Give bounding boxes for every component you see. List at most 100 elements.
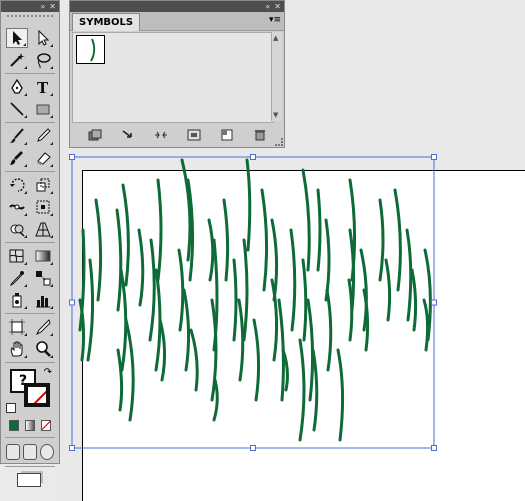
strand-symbol-instance[interactable]	[347, 278, 354, 342]
shape-builder-tool-icon[interactable]	[6, 219, 28, 239]
symbol-sprayer-tool-icon[interactable]	[6, 290, 28, 310]
magic-wand-tool-icon[interactable]	[6, 50, 28, 70]
strand-symbol-instance[interactable]	[384, 258, 392, 322]
tab-symbols[interactable]: SYMBOLS	[72, 13, 141, 31]
strand-symbol-instance[interactable]	[158, 318, 167, 382]
pencil-tool-icon[interactable]	[32, 126, 54, 146]
line-segment-tool-icon[interactable]	[6, 99, 28, 119]
gradient-icon[interactable]	[25, 419, 35, 431]
width-tool-icon[interactable]	[6, 197, 28, 217]
pen-tool-icon[interactable]	[6, 77, 28, 97]
strand-symbol-instance[interactable]	[378, 198, 385, 282]
perspective-grid-tool-icon[interactable]	[32, 219, 54, 239]
resize-grip[interactable]	[275, 138, 283, 146]
paintbrush-tool-icon[interactable]	[6, 126, 28, 146]
bbox-handle[interactable]	[250, 154, 256, 160]
strand-symbol-instance[interactable]	[301, 168, 311, 272]
strand-symbol-instance[interactable]	[298, 338, 306, 442]
default-colors-icon[interactable]	[6, 403, 16, 413]
panel-grip[interactable]	[7, 15, 53, 25]
strand-symbol-instance[interactable]	[116, 348, 124, 412]
column-graph-tool-icon[interactable]	[32, 290, 54, 310]
strand-symbol-instance[interactable]	[115, 208, 123, 312]
strand-symbol-instance[interactable]	[316, 188, 322, 272]
close-icon[interactable]: ✕	[49, 2, 56, 11]
strand-symbol-instance[interactable]	[182, 288, 191, 372]
eyedropper-tool-icon[interactable]	[6, 268, 28, 288]
break-link-icon[interactable]	[153, 128, 169, 142]
strand-symbol-instance[interactable]	[289, 228, 297, 332]
color-icon[interactable]	[9, 419, 19, 431]
strand-symbol-instance[interactable]	[148, 238, 156, 342]
symbols-list[interactable]	[72, 32, 274, 123]
symbol-options-icon[interactable]	[186, 128, 202, 142]
new-symbol-icon[interactable]	[219, 128, 235, 142]
type-tool-icon[interactable]: T	[32, 77, 54, 97]
strand-symbol-instance[interactable]	[177, 248, 185, 332]
strand-symbol-instance[interactable]	[124, 318, 135, 422]
symbol-libraries-menu-icon[interactable]	[87, 128, 103, 142]
mesh-tool-icon[interactable]	[6, 246, 28, 266]
strand-symbol-instance[interactable]	[324, 218, 331, 302]
strand-symbol-instance[interactable]	[237, 298, 245, 382]
stroke-swatch[interactable]	[24, 383, 50, 407]
draw-behind-icon[interactable]	[23, 444, 37, 460]
swap-fill-stroke-icon[interactable]: ↷	[44, 367, 52, 378]
strand-symbol-instance[interactable]	[336, 348, 345, 442]
scale-tool-icon[interactable]	[32, 175, 54, 195]
screen-mode-icon[interactable]	[17, 473, 41, 487]
zoom-tool-icon[interactable]	[32, 339, 54, 359]
bbox-handle[interactable]	[69, 154, 75, 160]
lasso-tool-icon[interactable]	[32, 50, 54, 70]
strand-symbol-instance[interactable]	[121, 183, 130, 287]
strand-symbol-instance[interactable]	[410, 268, 418, 332]
place-symbol-instance-icon[interactable]	[120, 128, 136, 142]
symbol-thumbnail[interactable]	[76, 35, 105, 64]
collapse-icon[interactable]: «	[265, 2, 270, 11]
eraser-tool-icon[interactable]	[32, 148, 54, 168]
strand-symbol-instance[interactable]	[301, 258, 308, 342]
rectangle-tool-icon[interactable]	[32, 99, 54, 119]
blob-brush-tool-icon[interactable]	[6, 148, 28, 168]
strand-symbol-instance[interactable]	[260, 188, 269, 292]
symbols-scrollbar[interactable]: ▲ ▼	[271, 32, 282, 121]
strand-symbol-instance[interactable]	[207, 218, 215, 282]
draw-inside-icon[interactable]	[40, 444, 54, 460]
bbox-handle[interactable]	[69, 299, 75, 306]
strand-symbol-instance[interactable]	[393, 188, 402, 292]
blend-tool-icon[interactable]	[32, 268, 54, 288]
delete-symbol-icon[interactable]	[252, 128, 268, 142]
bbox-handle[interactable]	[69, 445, 75, 451]
scroll-up-icon[interactable]: ▲	[273, 34, 278, 42]
symbols-titlebar[interactable]: « ✕	[70, 1, 284, 12]
panel-menu-icon[interactable]: ▾≡	[269, 15, 281, 25]
strand-symbol-instance[interactable]	[222, 198, 230, 282]
draw-normal-icon[interactable]	[6, 444, 20, 460]
slice-tool-icon[interactable]	[32, 317, 54, 337]
collapse-icon[interactable]: »	[40, 2, 45, 11]
scroll-down-icon[interactable]: ▼	[273, 111, 278, 119]
bbox-handle[interactable]	[250, 445, 256, 451]
strand-symbol-instance[interactable]	[325, 288, 333, 372]
strand-symbol-instance[interactable]	[137, 228, 145, 307]
strand-symbol-instance[interactable]	[232, 258, 238, 342]
bbox-handle[interactable]	[431, 445, 437, 451]
close-icon[interactable]: ✕	[274, 2, 281, 11]
free-transform-tool-icon[interactable]	[32, 197, 54, 217]
strand-symbol-instance[interactable]	[189, 328, 199, 392]
strand-symbol-instance[interactable]	[422, 298, 430, 352]
direct-selection-tool-icon[interactable]	[32, 28, 54, 48]
tools-titlebar[interactable]: » ✕	[1, 1, 59, 12]
hand-tool-icon[interactable]	[6, 339, 28, 359]
artboard-tool-icon[interactable]	[6, 317, 28, 337]
strand-symbol-instance[interactable]	[311, 348, 319, 432]
selection-tool-icon[interactable]	[6, 28, 28, 48]
rotate-tool-icon[interactable]	[6, 175, 28, 195]
strand-symbol-instance[interactable]	[94, 198, 103, 302]
strand-symbol-instance[interactable]	[156, 178, 163, 282]
strand-symbol-instance[interactable]	[180, 158, 192, 262]
strand-symbol-instance[interactable]	[86, 258, 95, 362]
strand-symbol-instance[interactable]	[405, 228, 413, 322]
strand-symbol-instance[interactable]	[252, 318, 261, 402]
strand-symbol-instance[interactable]	[245, 158, 252, 252]
